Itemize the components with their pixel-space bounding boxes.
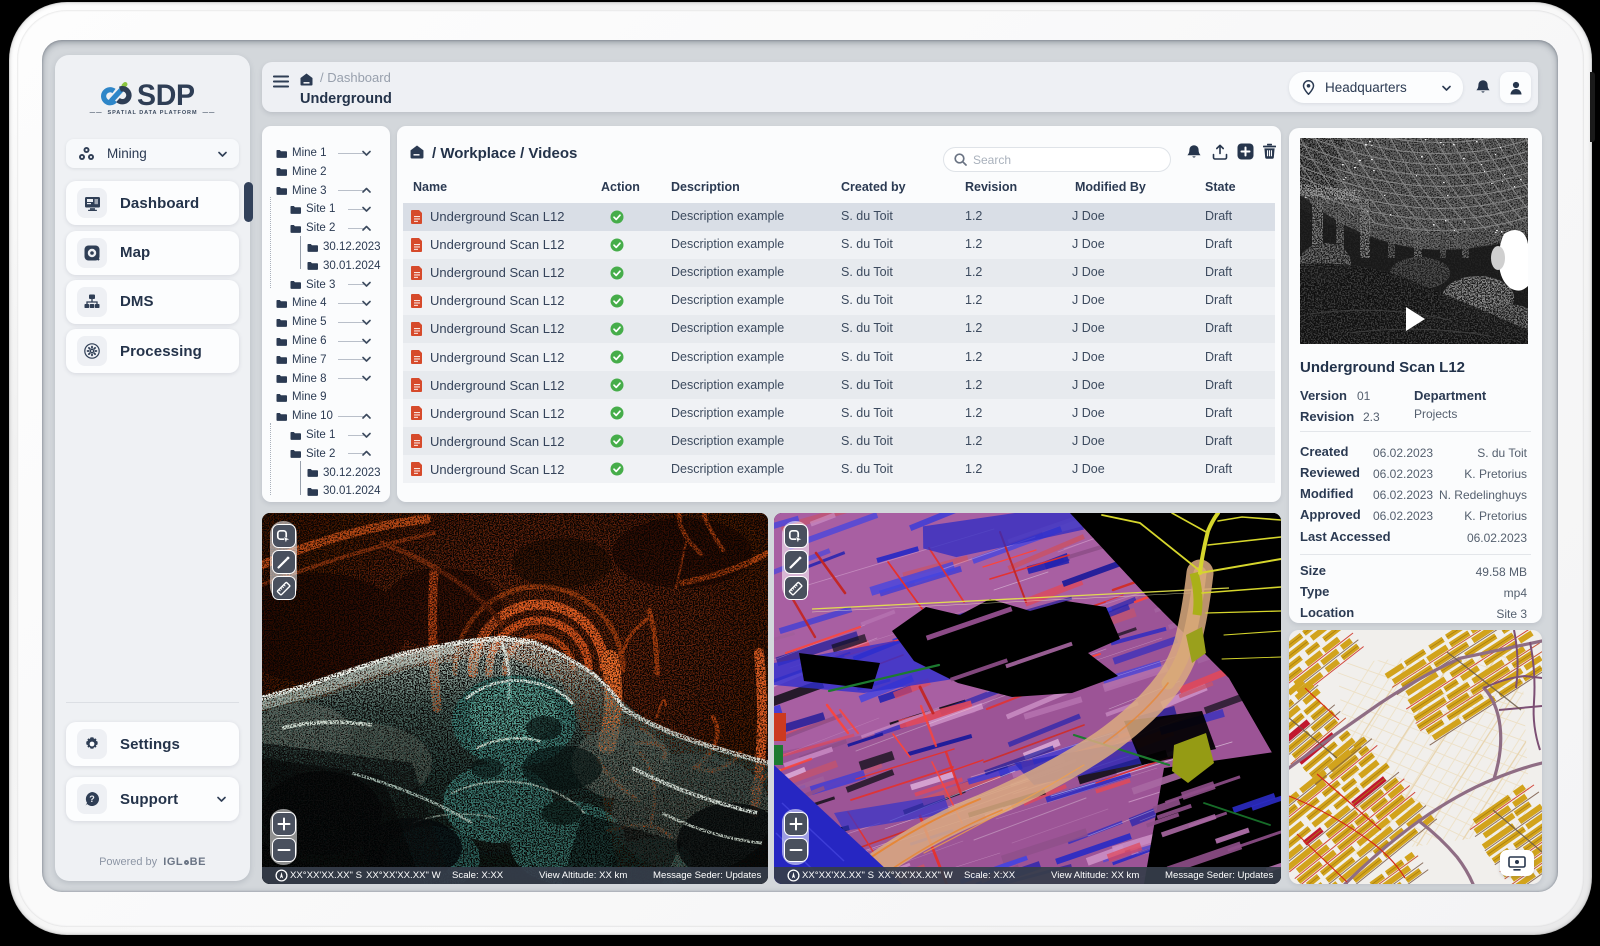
svg-text:?: ?: [89, 794, 95, 804]
